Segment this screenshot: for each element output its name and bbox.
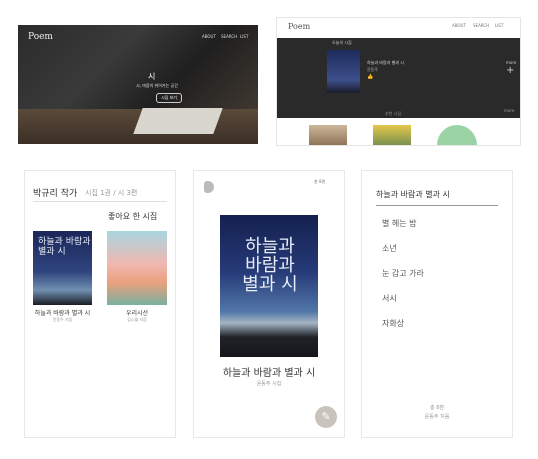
plus-icon[interactable]: + — [506, 65, 514, 76]
recommend-thumb-3[interactable] — [437, 125, 477, 145]
hero-nav-about[interactable]: ABOUT — [202, 34, 216, 39]
divider — [376, 205, 498, 206]
list-header: 하늘과 바람과 별과 시 — [376, 190, 450, 199]
featured-book-cover[interactable] — [327, 50, 360, 93]
hero-nav-search[interactable]: SEARCH — [221, 34, 237, 39]
featured-band — [277, 38, 520, 118]
poem-list-item[interactable]: 별 헤는 밤 — [382, 218, 417, 229]
poem-list-panel: 하늘과 바람과 별과 시 별 헤는 밤 소년 눈 감고 가라 서시 자화상 총 … — [361, 170, 513, 438]
hero-view-button[interactable]: 시집 보기 — [156, 93, 182, 103]
featured-book-author: 윤동주 — [367, 67, 379, 72]
home-screenshot: Poem ABOUT SEARCH LIST 오늘의 시집 하늘과 바람과 별과… — [276, 17, 521, 146]
hero-screenshot: Poem ABOUT SEARCH LIST 시 시, 마음이 쉬어가는 공간 … — [18, 25, 258, 144]
poem-list-item[interactable]: 소년 — [382, 243, 397, 254]
thumbs-up-icon[interactable]: 👍 — [367, 74, 373, 80]
hero-nav-list[interactable]: LIST — [240, 34, 248, 39]
book-cover[interactable]: 하늘과 바람과 별과 시 — [220, 215, 318, 357]
liked-book-cover-2[interactable] — [107, 231, 167, 305]
paper-background — [133, 108, 223, 134]
hero-caption-sub: 시, 마음이 쉬어가는 공간 — [136, 83, 178, 88]
poem-count: 총 8편 — [314, 179, 326, 184]
poem-list-item[interactable]: 자화상 — [382, 318, 404, 329]
book-detail-panel: 총 8편 하늘과 바람과 별과 시 하늘과 바람과 별과 시 윤동주 시집 ✎ — [193, 170, 345, 438]
liked-book-title-2[interactable]: 우리시선 — [107, 308, 167, 317]
book-title: 하늘과 바람과 별과 시 — [222, 368, 316, 379]
book-cover-text: 하늘과 바람과 별과 시 — [242, 236, 298, 295]
back-icon[interactable] — [204, 181, 214, 193]
poem-list-item[interactable]: 눈 감고 가라 — [382, 268, 424, 279]
liked-book-cover-text: 하늘과 바람과 별과 시 — [38, 237, 91, 257]
home-nav-list[interactable]: LIST — [495, 23, 503, 28]
recommend-section-title: 추천 시집 — [385, 111, 401, 116]
author-name: 박규리 작가 — [33, 189, 78, 199]
hero-logo[interactable]: Poem — [28, 32, 53, 42]
hero-caption-main: 시 — [148, 72, 156, 81]
recommend-more-link[interactable]: more — [504, 108, 514, 113]
author-panel: 박규리 작가 시집 1권 / 시 3편 좋아요 한 시집 하늘과 바람과 별과 … — [24, 170, 176, 438]
recommend-thumb-1[interactable] — [309, 125, 347, 145]
poem-list-item[interactable]: 서시 — [382, 293, 397, 304]
book-author: 윤동주 시집 — [256, 381, 282, 387]
home-nav-search[interactable]: SEARCH — [473, 23, 489, 28]
featured-book-title[interactable]: 하늘과 바람과 별과 시 — [367, 60, 404, 66]
liked-books-title: 좋아요 한 시집 — [108, 212, 158, 221]
author-meta: 시집 1권 / 시 3편 — [85, 189, 138, 197]
recommend-thumb-2[interactable] — [373, 125, 411, 145]
liked-book-author-2: 김소월 지음 — [127, 317, 147, 322]
featured-band-title: 오늘의 시집 — [332, 40, 352, 45]
liked-book-title-1[interactable]: 하늘과 바람과 별과 시 — [33, 308, 92, 317]
home-logo[interactable]: Poem — [288, 22, 310, 31]
liked-book-cover-1[interactable]: 하늘과 바람과 별과 시 — [33, 231, 92, 305]
list-author: 윤동주 지음 — [424, 414, 450, 420]
list-total: 총 8편 — [430, 405, 444, 411]
liked-book-author-1: 윤동주 지음 — [52, 317, 73, 322]
divider — [33, 201, 167, 202]
home-nav-about[interactable]: ABOUT — [452, 23, 466, 28]
pencil-icon[interactable]: ✎ — [315, 406, 337, 428]
